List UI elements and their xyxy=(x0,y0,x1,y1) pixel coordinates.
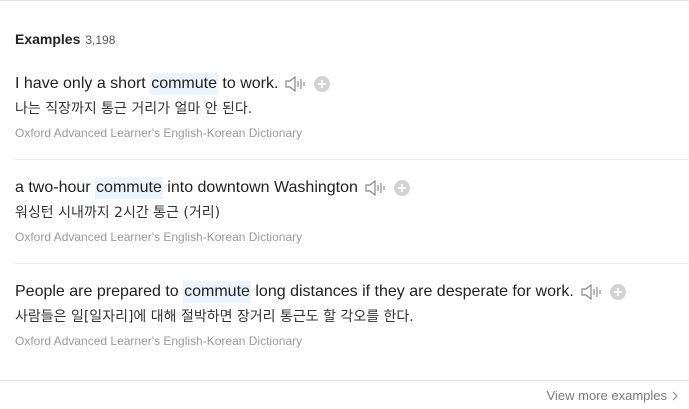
example-item: I have only a short commute to work. 나는 … xyxy=(15,73,689,141)
speaker-icon[interactable] xyxy=(364,179,386,197)
add-to-wordlist-icon[interactable] xyxy=(314,76,331,92)
view-more-examples-link[interactable]: View more examples xyxy=(547,388,680,403)
divider xyxy=(15,263,689,264)
speaker-icon[interactable] xyxy=(284,75,306,93)
examples-count: 3,198 xyxy=(85,33,116,47)
chevron-right-icon xyxy=(670,390,680,402)
example-source: Oxford Advanced Learner's English-Korean… xyxy=(15,334,303,348)
example-source: Oxford Advanced Learner's English-Korean… xyxy=(15,230,303,244)
divider xyxy=(15,159,689,160)
sentence-text-before: I have only a short xyxy=(15,75,151,92)
example-item: a two-hour commute into downtown Washing… xyxy=(15,177,689,245)
example-translation: 워싱턴 시내까지 2시간 통근 (거리) xyxy=(15,205,221,221)
examples-footer: View more examples xyxy=(0,380,689,409)
examples-header: Examples 3,198 xyxy=(15,31,115,49)
example-sentence: People are prepared to commute long dist… xyxy=(15,281,689,303)
example-translation: 사람들은 일[일자리]에 대해 절박하면 장거리 통근도 할 각오를 한다. xyxy=(15,309,414,325)
view-more-label: View more examples xyxy=(546,388,667,403)
add-to-wordlist-icon[interactable] xyxy=(609,284,626,300)
sentence-text-before: People are prepared to xyxy=(15,283,184,300)
speaker-icon[interactable] xyxy=(580,283,602,301)
sentence-text-after: to work. xyxy=(217,75,279,92)
example-source: Oxford Advanced Learner's English-Korean… xyxy=(15,126,303,140)
highlighted-keyword: commute xyxy=(183,281,251,303)
highlighted-keyword: commute xyxy=(95,177,163,199)
example-translation: 나는 직장까지 통근 거리가 얼마 안 된다. xyxy=(15,101,253,117)
example-sentence: I have only a short commute to work. xyxy=(15,73,689,95)
examples-panel: Examples 3,198 I have only a short commu… xyxy=(0,0,689,409)
example-item: People are prepared to commute long dist… xyxy=(15,281,689,349)
examples-title: Examples xyxy=(15,31,81,47)
sentence-text-after: into downtown Washington xyxy=(162,179,358,196)
add-to-wordlist-icon[interactable] xyxy=(393,180,410,196)
example-sentence: a two-hour commute into downtown Washing… xyxy=(15,177,689,199)
highlighted-keyword: commute xyxy=(150,73,218,95)
sentence-text-after: long distances if they are desperate for… xyxy=(250,283,574,300)
sentence-text-before: a two-hour xyxy=(15,179,96,196)
